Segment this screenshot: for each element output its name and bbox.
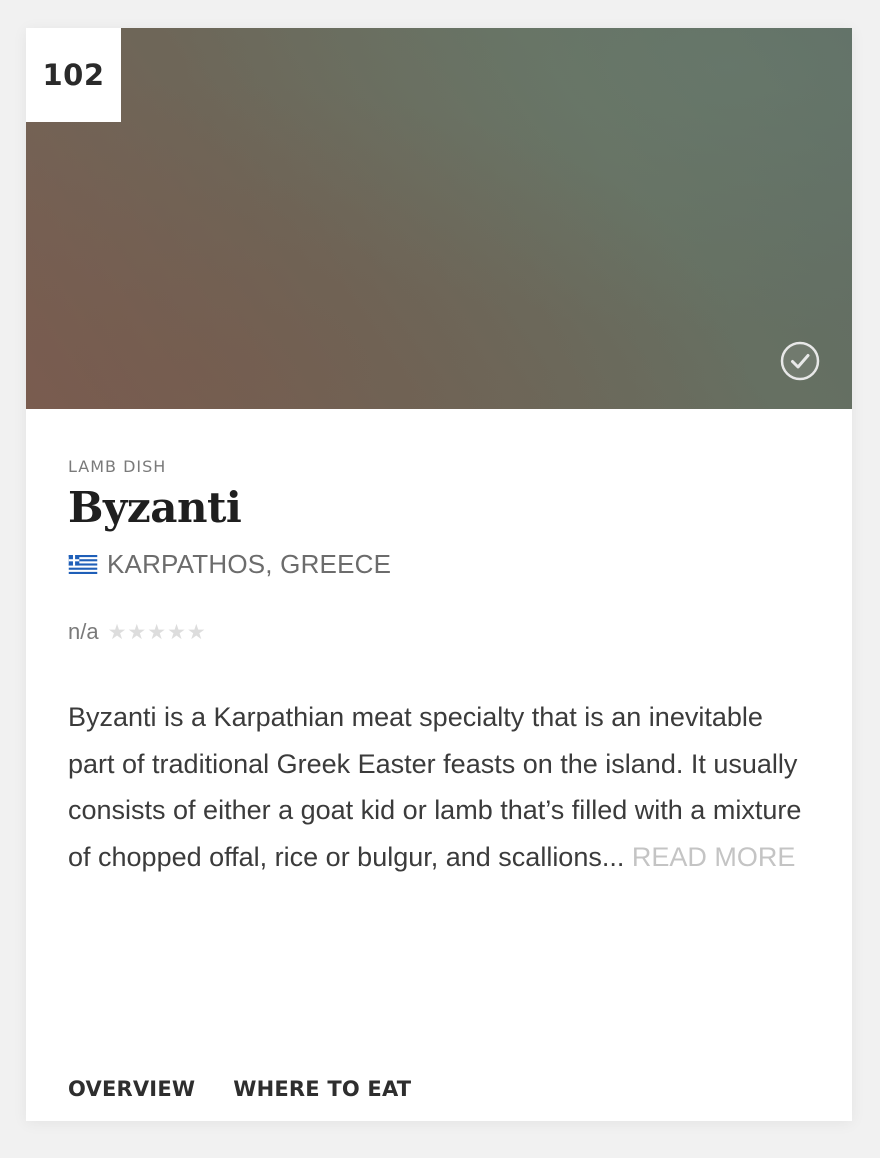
dish-type-label: LAMB DISH (68, 457, 167, 476)
star-icon[interactable]: ★ (108, 621, 127, 643)
origin-text: KARPATHOS, GREECE (107, 549, 392, 579)
rank-badge: 102 (26, 28, 121, 122)
star-icon[interactable]: ★ (167, 621, 186, 643)
dish-image[interactable]: 102 (26, 28, 852, 409)
dish-card: 102 LAMB DISH Byzanti KARPATHOS, GREECE (26, 28, 852, 1121)
tab-where-to-eat[interactable]: WHERE TO EAT (233, 1077, 411, 1101)
read-more-link[interactable]: READ MORE (632, 842, 796, 872)
tab-overview[interactable]: OVERVIEW (68, 1077, 195, 1101)
rating: n/a ★ ★ ★ ★ ★ (68, 619, 206, 645)
rating-value: n/a (68, 619, 99, 644)
dish-name-title[interactable]: Byzanti (68, 483, 242, 532)
rating-stars[interactable]: ★ ★ ★ ★ ★ (108, 621, 206, 643)
star-icon[interactable]: ★ (187, 621, 206, 643)
star-icon[interactable]: ★ (127, 621, 146, 643)
star-icon[interactable]: ★ (147, 621, 166, 643)
origin-link[interactable]: KARPATHOS, GREECE (68, 549, 391, 580)
card-tabs: OVERVIEW WHERE TO EAT (68, 1077, 411, 1101)
greece-flag-icon (68, 555, 98, 574)
check-circle-icon[interactable] (780, 341, 820, 381)
dish-description: Byzanti is a Karpathian meat specialty t… (68, 694, 810, 880)
dish-image-shade (26, 28, 852, 409)
